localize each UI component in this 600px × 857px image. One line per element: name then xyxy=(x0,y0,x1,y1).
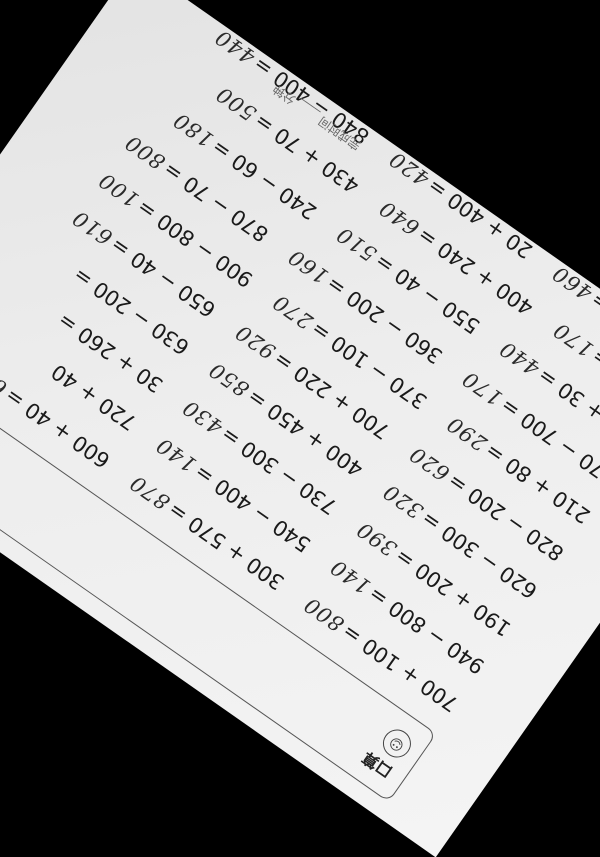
worksheet-page: 口算 ☺ 700 + 100 = 800 300 + 570 = 870 600 + 4… xyxy=(0,0,600,857)
handwritten-answer: 460 xyxy=(547,260,597,305)
handwritten-answer: 440 xyxy=(210,24,260,69)
handwritten-answer: 420 xyxy=(384,146,434,191)
